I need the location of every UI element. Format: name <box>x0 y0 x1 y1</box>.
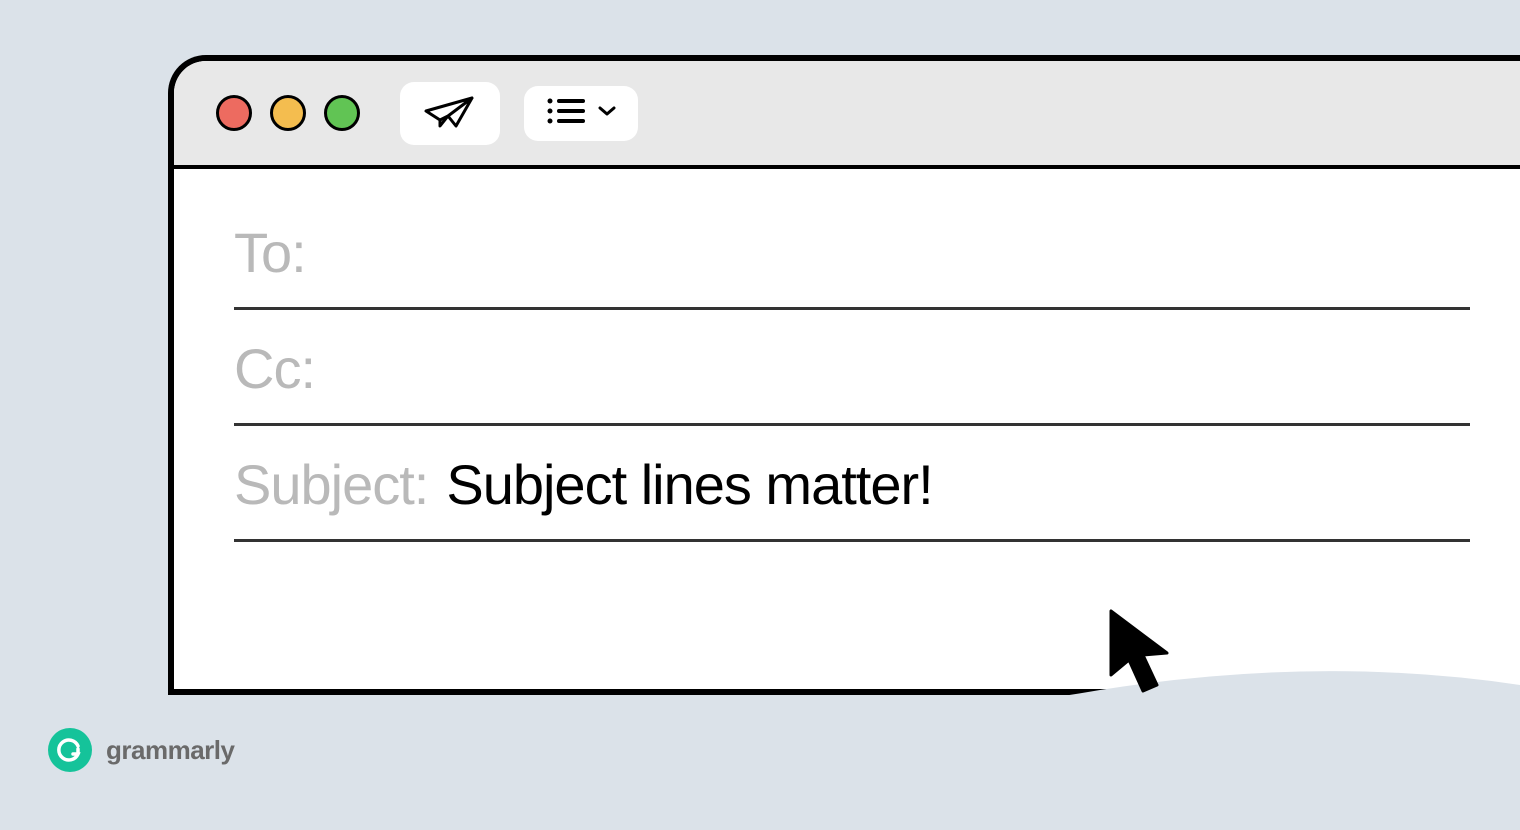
minimize-button[interactable] <box>270 95 306 131</box>
paper-plane-icon <box>422 92 478 135</box>
close-button[interactable] <box>216 95 252 131</box>
window-controls <box>216 95 360 131</box>
to-label: To: <box>234 220 306 285</box>
brand-badge: grammarly <box>48 728 234 772</box>
to-field-row[interactable]: To: <box>234 194 1470 310</box>
cursor-icon <box>1103 605 1181 705</box>
compose-window: To: Cc: Subject: Subject lines matter! <box>168 55 1520 695</box>
list-icon <box>546 96 588 131</box>
subject-field-row[interactable]: Subject: Subject lines matter! <box>234 426 1470 542</box>
brand-name: grammarly <box>106 735 234 766</box>
grammarly-logo-icon <box>48 728 92 772</box>
subject-value: Subject lines matter! <box>446 452 932 517</box>
decorative-wave <box>120 630 1520 830</box>
window-titlebar <box>174 61 1520 169</box>
format-list-button[interactable] <box>524 86 638 141</box>
chevron-down-icon <box>598 104 616 122</box>
send-button[interactable] <box>400 82 500 145</box>
subject-label: Subject: <box>234 452 428 517</box>
cc-label: Cc: <box>234 336 315 401</box>
compose-fields: To: Cc: Subject: Subject lines matter! <box>174 169 1520 542</box>
cc-field-row[interactable]: Cc: <box>234 310 1470 426</box>
maximize-button[interactable] <box>324 95 360 131</box>
